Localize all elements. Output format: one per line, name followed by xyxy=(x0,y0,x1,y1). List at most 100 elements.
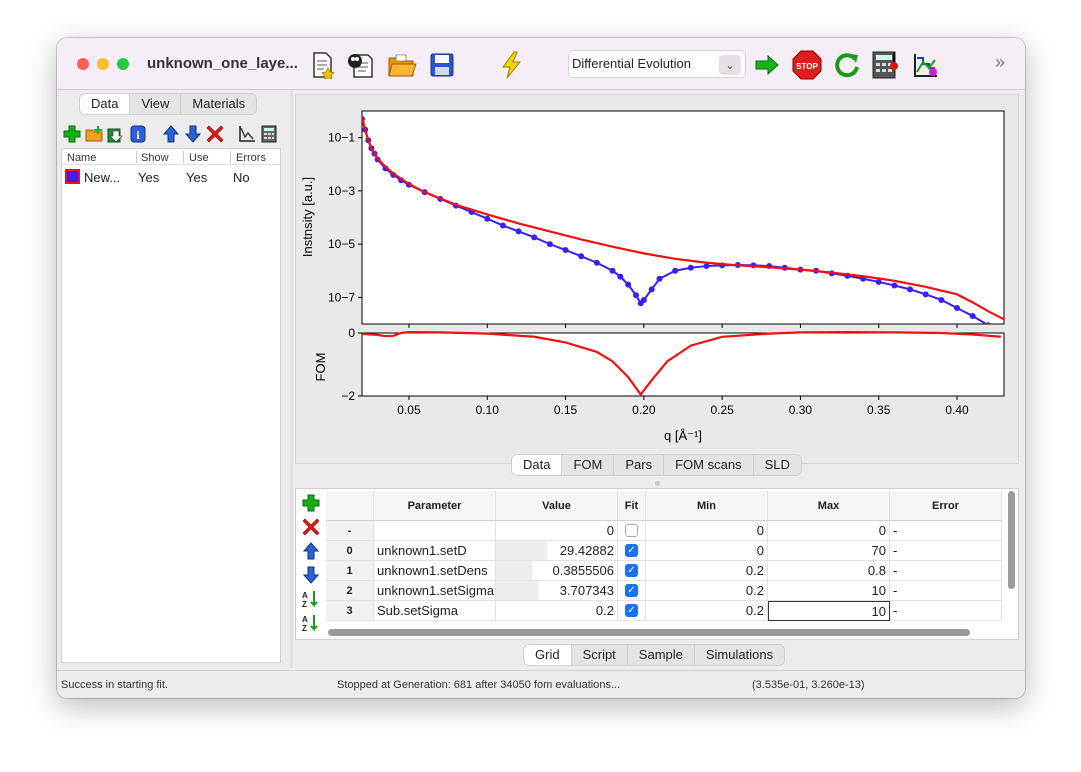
row-header[interactable]: 3 xyxy=(326,601,374,621)
error-cell[interactable]: - xyxy=(890,521,1002,541)
reflectivity-axes[interactable] xyxy=(361,110,1005,325)
refresh-icon[interactable] xyxy=(832,50,862,80)
calculator-icon[interactable] xyxy=(871,50,901,80)
open-folder-icon[interactable] xyxy=(387,50,417,80)
value-cell[interactable]: 29.42882 xyxy=(496,541,618,561)
column-errors[interactable]: Errors xyxy=(236,152,266,164)
dataset-list[interactable]: Name Show Use Errors New... Yes Yes No xyxy=(61,148,281,663)
value-cell[interactable]: 0.2 xyxy=(496,601,618,621)
value-cell[interactable]: 0.3855506 xyxy=(496,561,618,581)
fit-checkbox-cell[interactable] xyxy=(618,521,646,541)
parameter-name-cell[interactable]: Sub.setSigma xyxy=(374,601,496,621)
tab-materials[interactable]: Materials xyxy=(181,94,256,114)
vertical-splitter-handle[interactable] xyxy=(655,481,660,486)
folder-add-icon[interactable] xyxy=(84,124,104,144)
parameter-name-cell[interactable]: unknown1.setD xyxy=(374,541,496,561)
plot-canvas[interactable]: 10−1 10−3 10−5 10−7 Instnsity [a.u.] 0 −2 0.… xyxy=(296,95,1018,463)
tab-plot-sld[interactable]: SLD xyxy=(754,455,801,475)
add-icon[interactable] xyxy=(298,493,324,513)
fit-checkbox-cell[interactable]: ✓ xyxy=(618,561,646,581)
delete-icon[interactable] xyxy=(298,517,324,537)
list-item[interactable]: New... Yes Yes No xyxy=(62,167,280,187)
up-arrow-icon[interactable] xyxy=(298,541,324,561)
fit-checkbox[interactable]: ✓ xyxy=(625,544,638,558)
fit-checkbox-cell[interactable]: ✓ xyxy=(618,581,646,601)
min-cell[interactable]: 0 xyxy=(646,541,768,561)
min-cell[interactable]: 0.2 xyxy=(646,581,768,601)
column-max[interactable]: Max xyxy=(768,491,890,521)
tab-plot-pars[interactable]: Pars xyxy=(614,455,665,475)
value-cell[interactable]: 0 xyxy=(496,521,618,541)
dataset-errors[interactable]: No xyxy=(233,170,250,185)
arrow-right-icon[interactable] xyxy=(752,50,782,80)
minimize-window-button[interactable] xyxy=(97,58,109,70)
column-show[interactable]: Show xyxy=(141,152,169,164)
fit-checkbox[interactable]: ✓ xyxy=(625,584,638,598)
close-window-button[interactable] xyxy=(77,58,89,70)
calculator-icon[interactable] xyxy=(259,124,279,144)
error-cell[interactable]: - xyxy=(890,581,1002,601)
algorithm-select[interactable]: Differential Evolution ⌄ xyxy=(568,50,746,78)
open-example-icon[interactable] xyxy=(346,50,376,80)
tab-sample[interactable]: Sample xyxy=(628,645,695,665)
import-icon[interactable] xyxy=(106,124,126,144)
tab-plot-fom-scans[interactable]: FOM scans xyxy=(664,455,754,475)
fit-checkbox-cell[interactable]: ✓ xyxy=(618,601,646,621)
column-min[interactable]: Min xyxy=(646,491,768,521)
down-arrow-icon[interactable] xyxy=(298,565,324,585)
min-cell[interactable]: 0 xyxy=(646,521,768,541)
min-cell[interactable]: 0.2 xyxy=(646,601,768,621)
tab-simulations[interactable]: Simulations xyxy=(695,645,784,665)
error-cell[interactable]: - xyxy=(890,561,1002,581)
min-cell[interactable]: 0.2 xyxy=(646,561,768,581)
max-cell[interactable]: 10 xyxy=(768,581,890,601)
tab-plot-fom[interactable]: FOM xyxy=(562,455,615,475)
chevron-down-icon[interactable]: ⌄ xyxy=(719,55,741,75)
sort-icon[interactable]: AZ xyxy=(298,589,324,609)
up-arrow-icon[interactable] xyxy=(161,124,181,144)
vertical-scrollbar[interactable] xyxy=(1008,491,1015,589)
down-arrow-icon[interactable] xyxy=(183,124,203,144)
fit-checkbox[interactable] xyxy=(625,524,638,538)
panel-splitter[interactable] xyxy=(290,90,293,668)
sort-icon[interactable]: AZ xyxy=(298,613,324,633)
max-cell[interactable]: 0 xyxy=(768,521,890,541)
parameter-name-cell[interactable]: unknown1.setSigma xyxy=(374,581,496,601)
add-icon[interactable] xyxy=(62,124,82,144)
tab-plot-data[interactable]: Data xyxy=(512,455,563,475)
fom-axes[interactable] xyxy=(361,332,1005,397)
max-cell[interactable]: 10 xyxy=(768,601,890,621)
dataset-color-swatch[interactable] xyxy=(65,169,80,184)
error-cell[interactable]: - xyxy=(890,601,1002,621)
row-header[interactable]: 2 xyxy=(326,581,374,601)
delete-icon[interactable] xyxy=(205,124,225,144)
dataset-use[interactable]: Yes xyxy=(186,170,207,185)
column-error[interactable]: Error xyxy=(890,491,1002,521)
column-name[interactable]: Name xyxy=(67,152,96,164)
parameter-name-cell[interactable] xyxy=(374,521,496,541)
fit-checkbox[interactable]: ✓ xyxy=(625,604,638,618)
value-cell[interactable]: 3.707343 xyxy=(496,581,618,601)
zoom-window-button[interactable] xyxy=(117,58,129,70)
save-icon[interactable] xyxy=(427,50,457,80)
sld-icon[interactable] xyxy=(911,50,941,80)
max-cell[interactable]: 0.8 xyxy=(768,561,890,581)
tab-data[interactable]: Data xyxy=(80,94,131,114)
column-value[interactable]: Value xyxy=(496,491,618,521)
row-header[interactable]: - xyxy=(326,521,374,541)
max-cell[interactable]: 70 xyxy=(768,541,890,561)
plot-icon[interactable] xyxy=(237,124,257,144)
parameter-name-cell[interactable]: unknown1.setDens xyxy=(374,561,496,581)
error-cell[interactable]: - xyxy=(890,541,1002,561)
tab-view[interactable]: View xyxy=(130,94,182,114)
horizontal-scrollbar[interactable] xyxy=(328,629,970,636)
tab-script[interactable]: Script xyxy=(572,645,628,665)
column-parameter[interactable]: Parameter xyxy=(374,491,496,521)
column-fit[interactable]: Fit xyxy=(618,491,646,521)
fit-checkbox-cell[interactable]: ✓ xyxy=(618,541,646,561)
row-header[interactable]: 0 xyxy=(326,541,374,561)
new-file-icon[interactable] xyxy=(308,50,338,80)
more-toolbar-button[interactable]: » xyxy=(995,52,1005,73)
info-icon[interactable]: i xyxy=(128,124,148,144)
fit-checkbox[interactable]: ✓ xyxy=(625,564,638,578)
